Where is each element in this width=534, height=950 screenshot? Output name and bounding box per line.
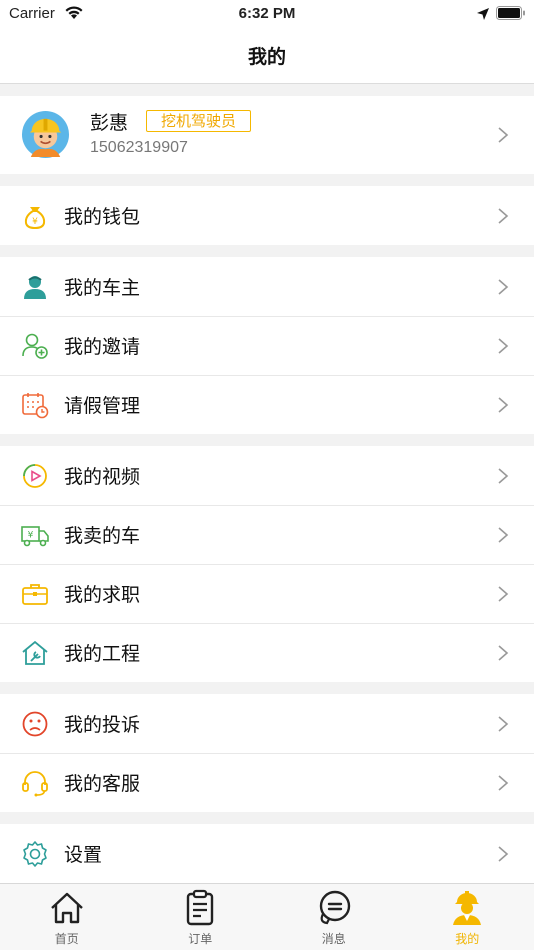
house-tool-icon <box>22 640 48 665</box>
status-time: 6:32 PM <box>238 5 296 22</box>
home-icon <box>50 892 83 924</box>
chevron-right-icon <box>498 207 509 224</box>
worker-icon <box>453 891 482 925</box>
profile-section: 彭惠 挖机驾驶员 15062319907 <box>0 96 534 174</box>
svg-text:¥: ¥ <box>32 217 38 227</box>
menu-label: 我的求职 <box>64 584 141 606</box>
menu-group-people: 我的车主 我的邀请 请假管理 <box>0 257 534 434</box>
menu-item-car-owner[interactable]: 我的车主 <box>0 257 534 316</box>
location-arrow-icon <box>477 8 489 20</box>
menu-group-business: 我的视频 ¥ 我卖的车 我的求职 我的工程 <box>0 446 534 682</box>
gear-icon <box>23 841 47 867</box>
menu-label: 设置 <box>64 844 103 866</box>
battery-icon <box>496 6 525 20</box>
chevron-right-icon <box>498 644 509 661</box>
video-icon <box>23 464 47 488</box>
tab-label: 订单 <box>188 932 213 946</box>
user-name: 彭惠 <box>90 112 129 134</box>
chevron-right-icon <box>498 715 509 732</box>
chevron-right-icon <box>498 337 509 354</box>
chevron-right-icon <box>498 526 509 543</box>
menu-label: 我的邀请 <box>64 336 141 358</box>
chevron-right-icon <box>498 396 509 413</box>
chevron-right-icon <box>498 774 509 791</box>
headset-icon <box>22 771 48 797</box>
menu-label: 我的投诉 <box>64 714 141 736</box>
chevron-right-icon <box>498 845 509 862</box>
navigation-bar: 我的 <box>0 28 534 84</box>
clipboard-icon <box>187 889 214 926</box>
menu-item-projects[interactable]: 我的工程 <box>0 623 534 682</box>
menu-label: 我的客服 <box>64 773 141 795</box>
tab-messages[interactable]: 消息 <box>267 884 401 950</box>
tab-label: 我的 <box>455 932 480 946</box>
menu-label: 我的视频 <box>64 466 141 488</box>
briefcase-icon <box>22 584 48 605</box>
user-phone: 15062319907 <box>90 139 188 156</box>
chevron-right-icon <box>498 278 509 295</box>
tab-bar: 首页 订单 消息 我的 <box>0 883 534 950</box>
tab-home[interactable]: 首页 <box>0 884 134 950</box>
tab-label: 消息 <box>321 932 346 946</box>
message-icon <box>319 890 350 925</box>
role-badge: 挖机驾驶员 <box>146 110 252 132</box>
tab-mine[interactable]: 我的 <box>401 884 534 950</box>
car-owner-icon <box>24 276 46 299</box>
menu-label: 我的车主 <box>64 277 141 299</box>
menu-item-complaints[interactable]: 我的投诉 <box>0 694 534 753</box>
menu-label: 我的钱包 <box>64 206 141 228</box>
page-title: 我的 <box>247 46 286 68</box>
complaint-face-icon <box>22 711 48 737</box>
menu-item-job-search[interactable]: 我的求职 <box>0 564 534 623</box>
status-bar: Carrier 6:32 PM <box>0 0 534 28</box>
menu-item-customer-service[interactable]: 我的客服 <box>0 753 534 812</box>
menu-item-video[interactable]: 我的视频 <box>0 446 534 505</box>
menu-group-wallet: ¥ 我的钱包 <box>0 186 534 245</box>
menu-label: 请假管理 <box>64 395 141 417</box>
calendar-leave-icon <box>22 393 49 419</box>
tab-orders[interactable]: 订单 <box>134 884 268 950</box>
chevron-right-icon <box>498 127 509 143</box>
menu-item-sold-cars[interactable]: ¥ 我卖的车 <box>0 505 534 564</box>
menu-label: 我的工程 <box>64 643 141 665</box>
menu-group-settings: 设置 <box>0 824 534 883</box>
truck-sale-icon: ¥ <box>21 526 49 547</box>
svg-text:¥: ¥ <box>28 531 34 541</box>
tab-label: 首页 <box>54 932 79 946</box>
menu-group-support: 我的投诉 我的客服 <box>0 694 534 812</box>
chevron-right-icon <box>498 585 509 602</box>
menu-item-wallet[interactable]: ¥ 我的钱包 <box>0 186 534 245</box>
wallet-icon: ¥ <box>24 207 46 230</box>
menu-item-settings[interactable]: 设置 <box>0 824 534 883</box>
menu-item-invite[interactable]: 我的邀请 <box>0 316 534 375</box>
menu-label: 我卖的车 <box>64 525 141 547</box>
profile-card[interactable]: 彭惠 挖机驾驶员 15062319907 <box>0 96 534 174</box>
menu-item-leave-management[interactable]: 请假管理 <box>0 375 534 434</box>
avatar <box>21 110 70 159</box>
invite-icon <box>22 333 48 359</box>
chevron-right-icon <box>498 467 509 484</box>
